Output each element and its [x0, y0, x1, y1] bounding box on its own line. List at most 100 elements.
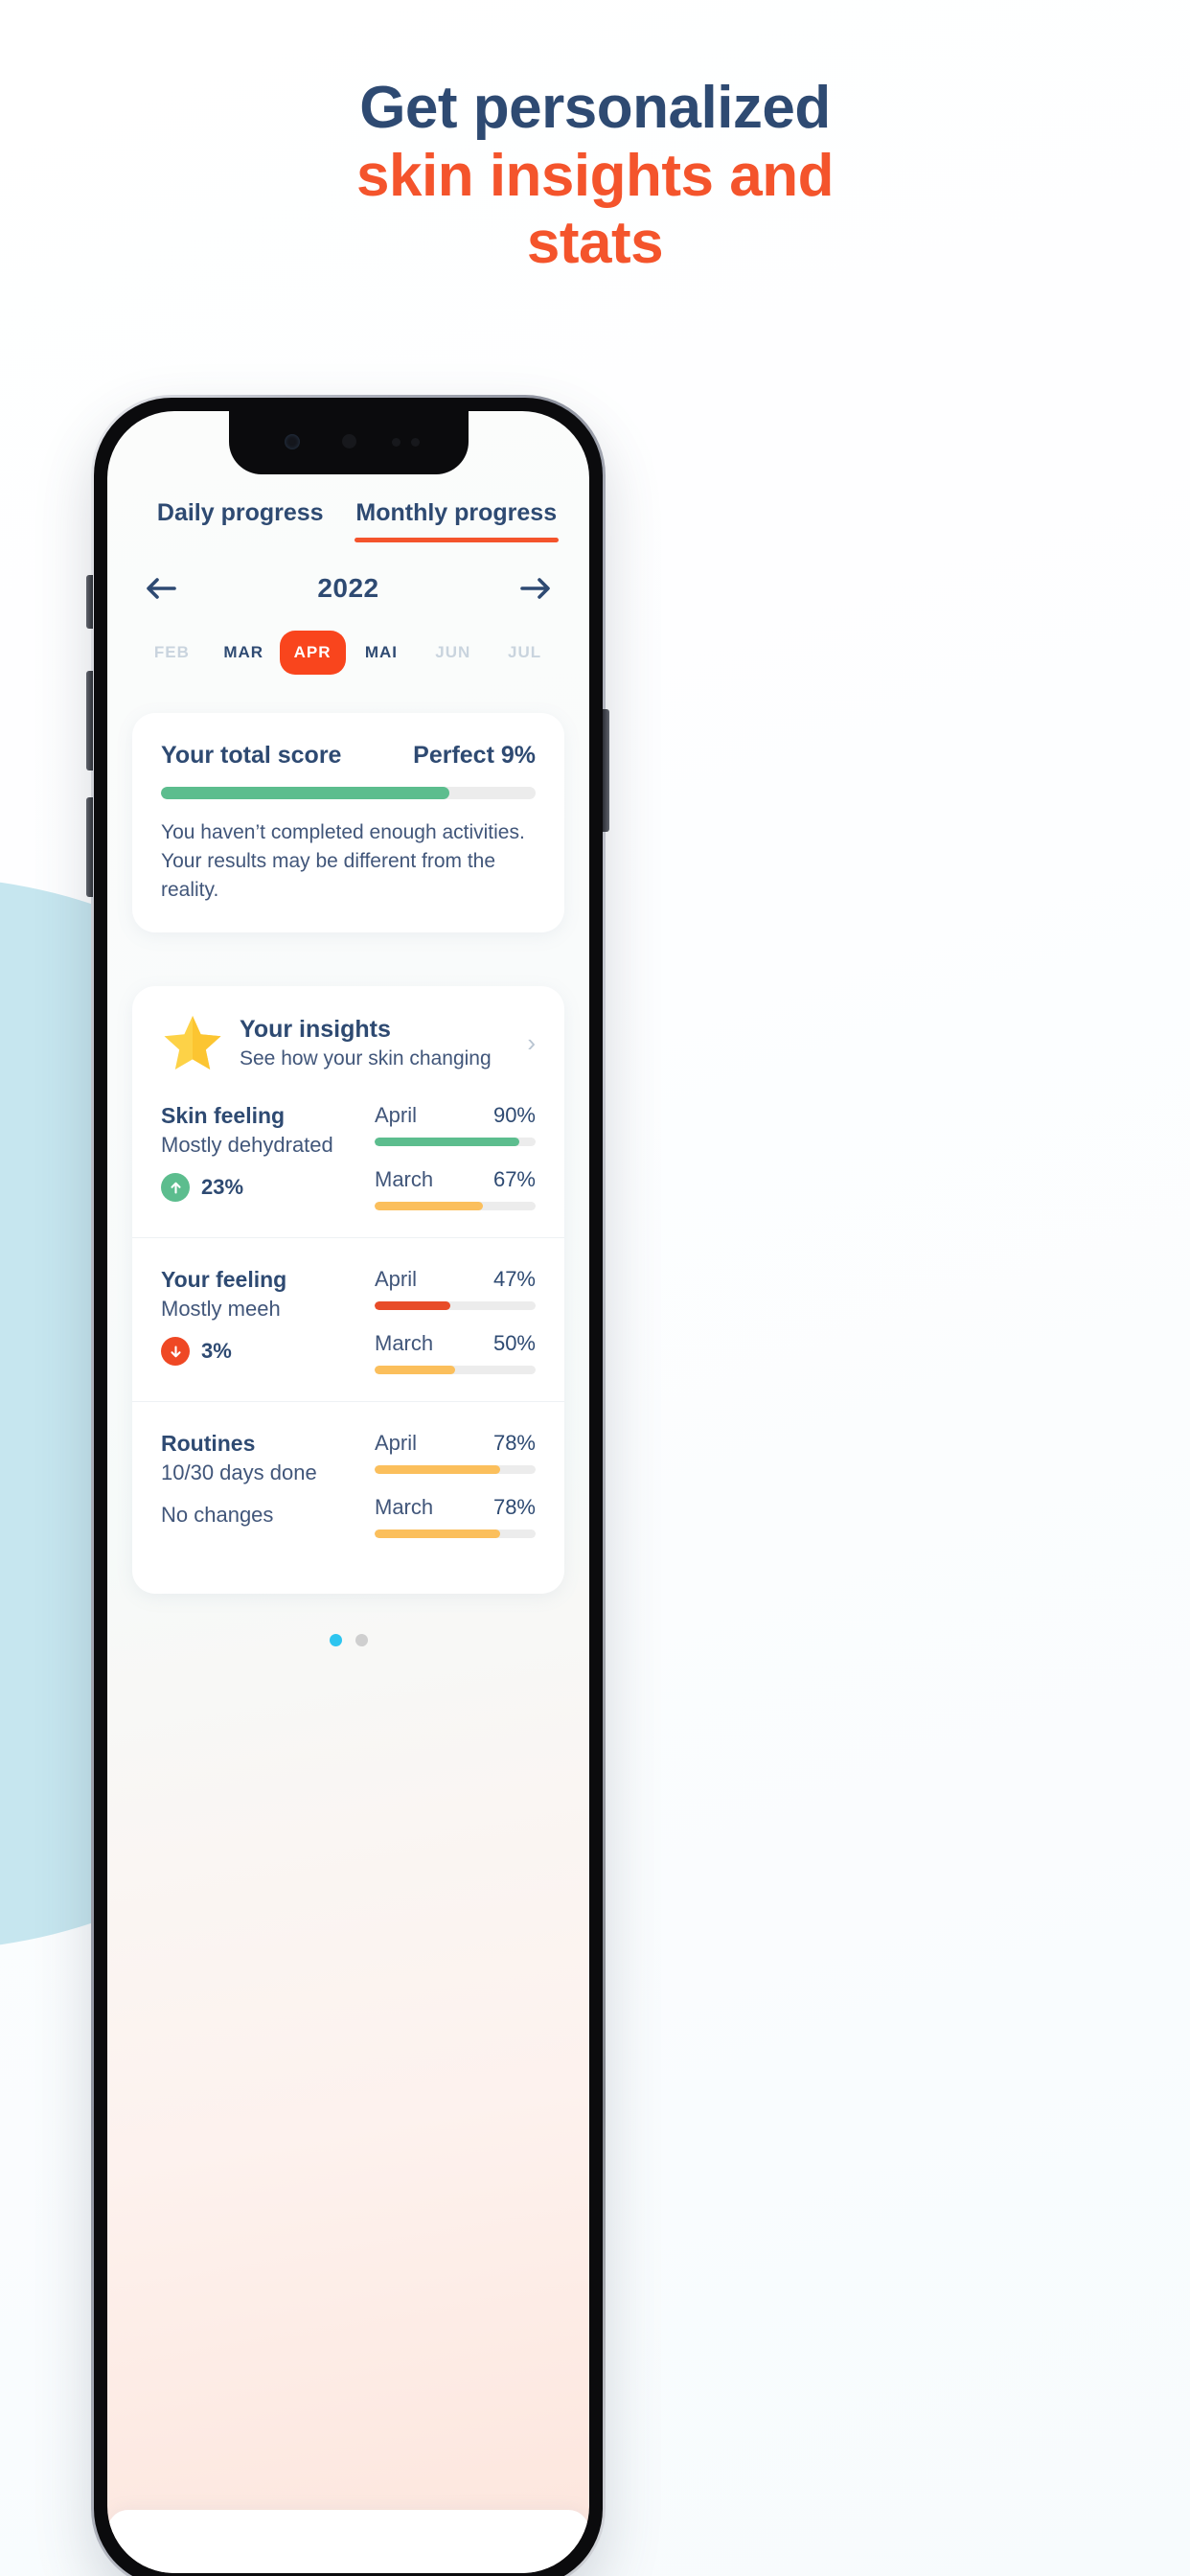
year-label: 2022 — [317, 573, 379, 603]
dot-projector-icon — [341, 434, 356, 448]
metric-bars: April 47% March 50% — [367, 1267, 536, 1375]
page-indicator — [107, 1634, 589, 1647]
metric-bar-fill — [375, 1202, 483, 1211]
ambient-light-sensor-icon — [410, 438, 420, 447]
metric-bar-row: April 90% — [375, 1103, 536, 1147]
metric-subtitle: Mostly dehydrated — [161, 1133, 333, 1158]
metric-bar-fill — [375, 1366, 455, 1375]
insights-texts: Your insights See how your skin changing — [240, 1016, 517, 1070]
page-dot-1[interactable] — [329, 1634, 342, 1647]
insights-subtitle: See how your skin changing — [240, 1046, 492, 1070]
app-content: Daily progress Monthly progress 2022 FEB… — [107, 411, 589, 2573]
metric-delta-value: No changes — [161, 1503, 274, 1528]
metric-bar-month: April — [375, 1103, 418, 1128]
arrow-down-icon — [161, 1337, 190, 1367]
metric-bar-fill — [375, 1465, 501, 1475]
tab-monthly-progress[interactable]: Monthly progress — [349, 499, 565, 542]
phone-volume-down-button[interactable] — [86, 797, 93, 897]
arrow-left-icon[interactable] — [142, 569, 180, 608]
metric-bar-month: April — [375, 1431, 418, 1456]
month-apr[interactable]: APR — [279, 631, 346, 675]
metric-bar-month: March — [375, 1495, 434, 1520]
tab-daily-progress[interactable]: Daily progress — [132, 499, 349, 542]
metric-bars: April 90% March 67% — [367, 1103, 536, 1211]
metric-bar-header: April 90% — [375, 1103, 536, 1128]
metric-bar-row: April 47% — [375, 1267, 536, 1311]
progress-tabs: Daily progress Monthly progress — [107, 499, 589, 542]
metric-bar-fill — [375, 1301, 450, 1311]
metric-bar-track — [375, 1530, 536, 1539]
metric-delta-value: 3% — [201, 1339, 232, 1364]
score-title: Your total score — [161, 742, 342, 769]
metric-bar-track — [375, 1465, 536, 1475]
metric-delta: 3% — [161, 1337, 367, 1367]
month-feb[interactable]: FEB — [136, 636, 208, 669]
score-value: Perfect 9% — [413, 742, 536, 769]
phone-mute-switch[interactable] — [86, 575, 93, 629]
metric-bar-month: April — [375, 1267, 418, 1292]
metric-name: Skin feeling — [161, 1103, 286, 1129]
metric-bar-percent: 78% — [492, 1431, 536, 1456]
metric-bar-header: April 47% — [375, 1267, 536, 1292]
score-progress-fill — [161, 787, 450, 799]
metric-bar-track — [375, 1138, 536, 1147]
metric-bar-percent: 50% — [492, 1331, 536, 1356]
insights-header[interactable]: Your insights See how your skin changing… — [132, 1011, 564, 1074]
headline-line-3: stats — [526, 210, 664, 277]
score-description: You haven’t completed enough activities.… — [161, 821, 525, 901]
metric-summary: Your feeling Mostly meeh 3% — [161, 1267, 367, 1374]
metric-delta: 23% — [161, 1173, 367, 1203]
metric-bar-track — [375, 1301, 536, 1311]
metric-bar-fill — [375, 1138, 520, 1147]
phone-mockup: Daily progress Monthly progress 2022 FEB… — [91, 395, 606, 2576]
page-dot-2[interactable] — [355, 1634, 368, 1647]
phone-bezel: Daily progress Monthly progress 2022 FEB… — [94, 398, 603, 2576]
metric-bar-percent: 78% — [492, 1495, 536, 1520]
promo-screenshot: Get personalized skin insights and stats — [0, 0, 1190, 2576]
arrow-right-icon[interactable] — [516, 569, 555, 608]
metric-name: Routines — [161, 1431, 256, 1457]
metric-name: Your feeling — [161, 1267, 287, 1293]
metric-bar-percent: 47% — [492, 1267, 536, 1292]
bottom-tab-bar[interactable] — [107, 2510, 589, 2573]
metric-routines: Routines 10/30 days done No changes Apri… — [132, 1401, 564, 1565]
month-mai[interactable]: MAI — [346, 636, 418, 669]
metric-your-feeling: Your feeling Mostly meeh 3% April 47% Ma… — [132, 1237, 564, 1401]
arrow-up-icon — [161, 1173, 190, 1203]
metric-bar-header: March 78% — [375, 1495, 536, 1520]
metric-bar-row: March 67% — [375, 1167, 536, 1211]
headline-line-2: skin insights and — [356, 142, 834, 209]
month-mar[interactable]: MAR — [208, 636, 280, 669]
metric-subtitle: 10/30 days done — [161, 1460, 317, 1485]
metric-bar-header: April 78% — [375, 1431, 536, 1456]
score-header: Your total score Perfect 9% — [161, 742, 536, 770]
metric-summary: Skin feeling Mostly dehydrated 23% — [161, 1103, 367, 1210]
metric-bar-month: March — [375, 1167, 434, 1192]
total-score-card: Your total score Perfect 9% You haven’t … — [132, 713, 564, 933]
metric-bar-row: March 78% — [375, 1495, 536, 1539]
month-jul[interactable]: JUL — [489, 636, 561, 669]
metric-bar-header: March 67% — [375, 1167, 536, 1192]
phone-power-button[interactable] — [603, 709, 609, 832]
metric-bar-row: April 78% — [375, 1431, 536, 1475]
front-camera-icon — [284, 434, 300, 449]
metric-bar-header: March 50% — [375, 1331, 536, 1356]
headline-line-1: Get personalized — [359, 75, 831, 141]
score-progress-track — [161, 787, 536, 799]
metric-bar-percent: 67% — [492, 1167, 536, 1192]
metric-subtitle: Mostly meeh — [161, 1297, 281, 1322]
chevron-right-icon[interactable]: › — [517, 1028, 536, 1058]
insights-title: Your insights — [240, 1015, 391, 1043]
page-headline: Get personalized skin insights and stats — [0, 75, 1190, 278]
phone-volume-up-button[interactable] — [86, 671, 93, 770]
metric-bar-fill — [375, 1530, 501, 1539]
year-navigator: 2022 — [107, 542, 589, 608]
month-jun[interactable]: JUN — [417, 636, 489, 669]
metric-summary: Routines 10/30 days done No changes — [161, 1431, 367, 1538]
insights-card: Your insights See how your skin changing… — [132, 986, 564, 1595]
proximity-sensor-icon — [391, 438, 400, 447]
metric-delta-value: 23% — [201, 1175, 244, 1200]
metric-bar-track — [375, 1366, 536, 1375]
phone-screen: Daily progress Monthly progress 2022 FEB… — [107, 411, 589, 2573]
star-icon — [161, 1011, 224, 1074]
